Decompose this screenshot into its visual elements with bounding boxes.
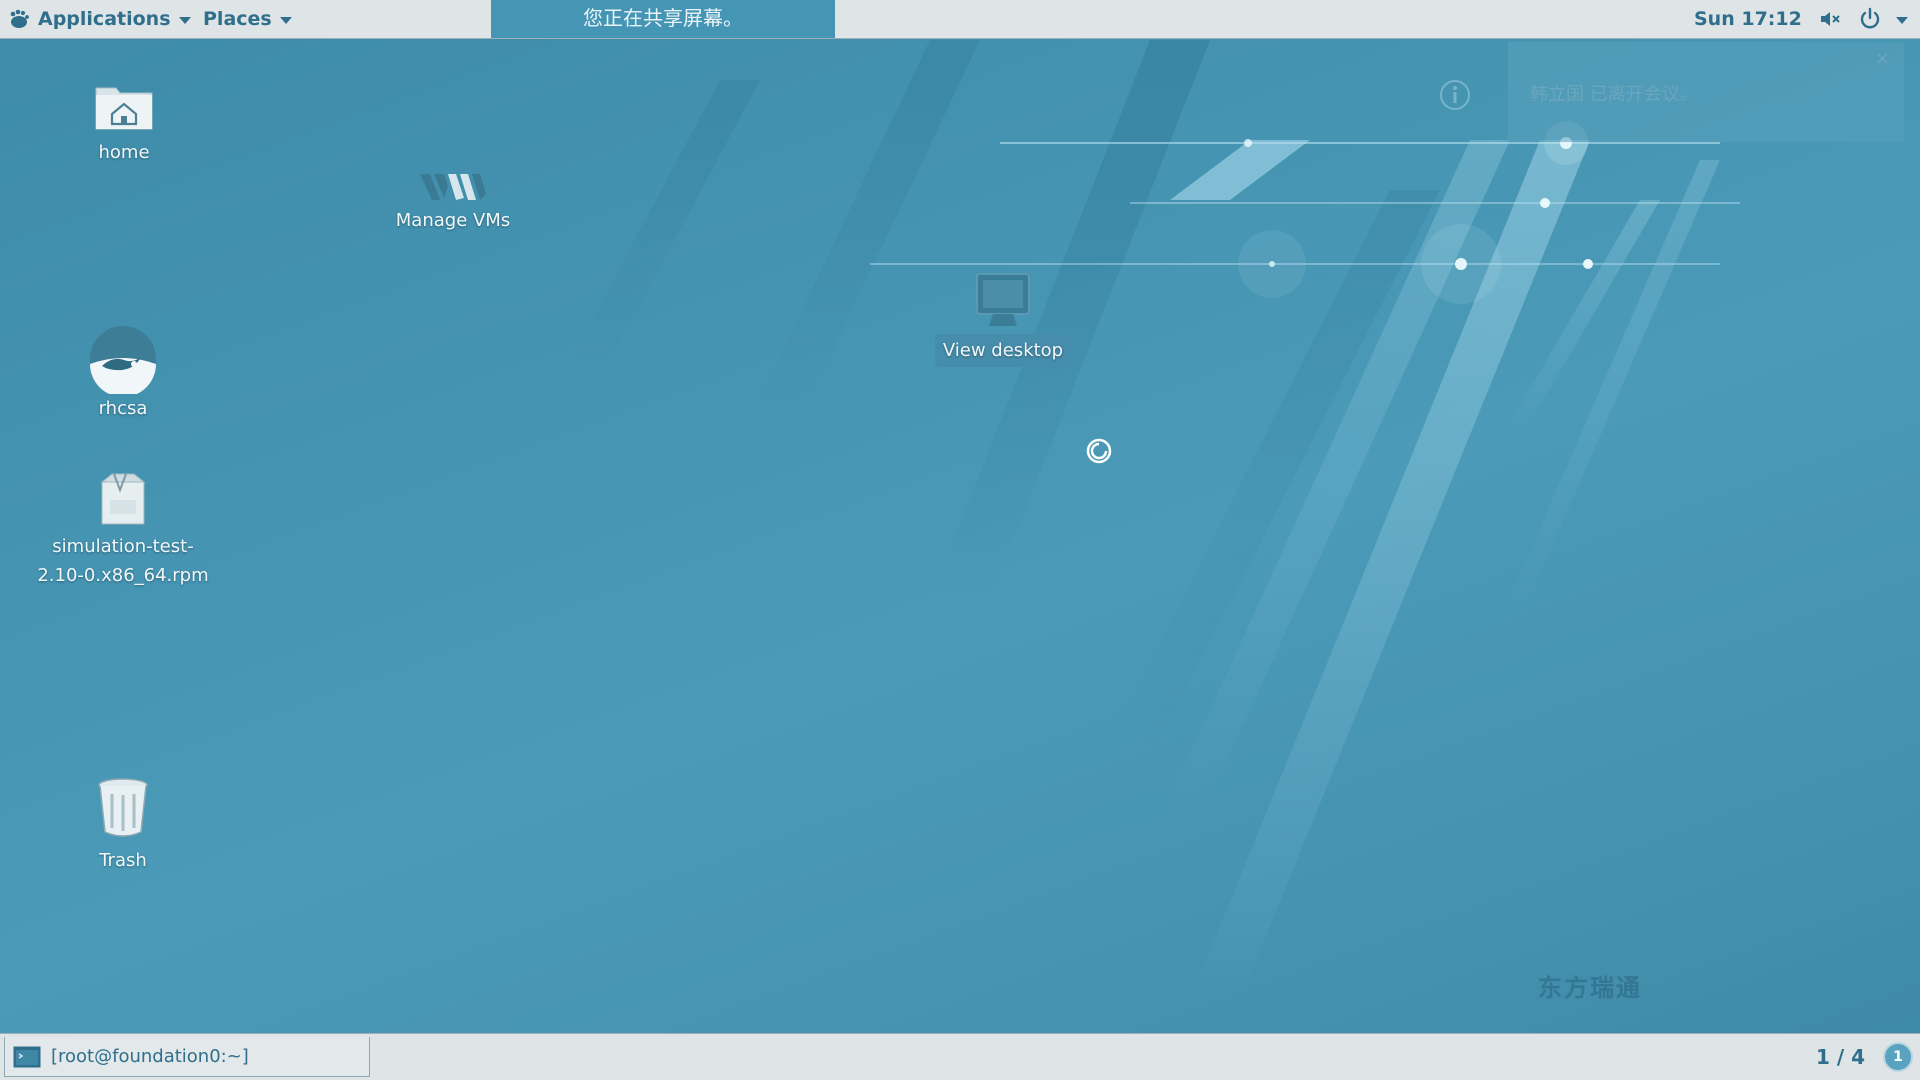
notification-text: 韩立国 已离开会议。 [1530,84,1698,105]
notification-popup[interactable]: 韩立国 已离开会议。 × [1440,42,1904,142]
notification-counter-icon[interactable]: 1 [1883,1042,1913,1072]
wallpaper [560,40,1740,1000]
places-menu[interactable]: Places [203,0,292,38]
virtual-machine-manager-icon [420,174,486,200]
chevron-down-icon[interactable] [1896,17,1908,24]
close-icon[interactable]: × [1875,48,1890,69]
busy-cursor-icon [1086,438,1112,464]
info-icon [1440,80,1470,110]
desktop-icon-home[interactable]: home [24,82,224,167]
top-panel: Applications Places 您正在共享屏幕。 Sun 17:12 [0,0,1920,39]
desktop-icon-rhcsa[interactable]: rhcsa [23,324,223,423]
desktop-icon-label: home [98,142,150,163]
taskbar-window-button[interactable]: [root@foundation0:~] [4,1037,370,1077]
rhcsa-disc-icon [90,326,156,394]
monitor-icon [976,273,1030,326]
desktop-icon-label: View desktop [934,334,1072,367]
clock[interactable]: Sun 17:12 [1694,0,1802,38]
desktop-icon-label: rhcsa [98,398,148,419]
watermark: 东方瑞通 [1538,974,1642,1002]
desktop-screen: Applications Places 您正在共享屏幕。 Sun 17:12 韩… [0,0,1920,1080]
home-folder-icon [95,87,153,130]
desktop-icon-rpm-file[interactable]: simulation-test- 2.10-0.x86_64.rpm [23,470,223,590]
applications-menu[interactable]: Applications [8,0,191,38]
volume-muted-icon[interactable] [1818,7,1842,31]
desktop-icon-label: Manage VMs [395,210,511,231]
rpm-package-icon [100,473,146,525]
workspace-indicator[interactable]: 1 / 4 [1816,1034,1865,1080]
applications-label: Applications [38,8,171,30]
desktop-icon-label-line2: 2.10-0.x86_64.rpm [37,565,209,586]
desktop-icon-label: Trash [99,850,147,871]
desktop-icon-trash[interactable]: Trash [23,776,223,875]
desktop-icon-manage-vms[interactable]: Manage VMs [353,170,553,235]
places-label: Places [203,8,272,30]
taskbar-window-label: [root@foundation0:~] [51,1046,249,1067]
fedora-foot-icon [10,9,29,28]
screen-share-banner: 您正在共享屏幕。 [491,0,835,38]
trash-icon [98,778,148,837]
bottom-panel: [root@foundation0:~] 1 / 4 1 [0,1033,1920,1080]
desktop-icon-view-desktop[interactable]: View desktop [903,272,1103,367]
chevron-down-icon [178,16,191,24]
power-icon[interactable] [1858,7,1882,31]
desktop-icon-label-line1: simulation-test- [52,536,194,557]
chevron-down-icon [279,16,292,24]
terminal-icon [13,1046,41,1067]
